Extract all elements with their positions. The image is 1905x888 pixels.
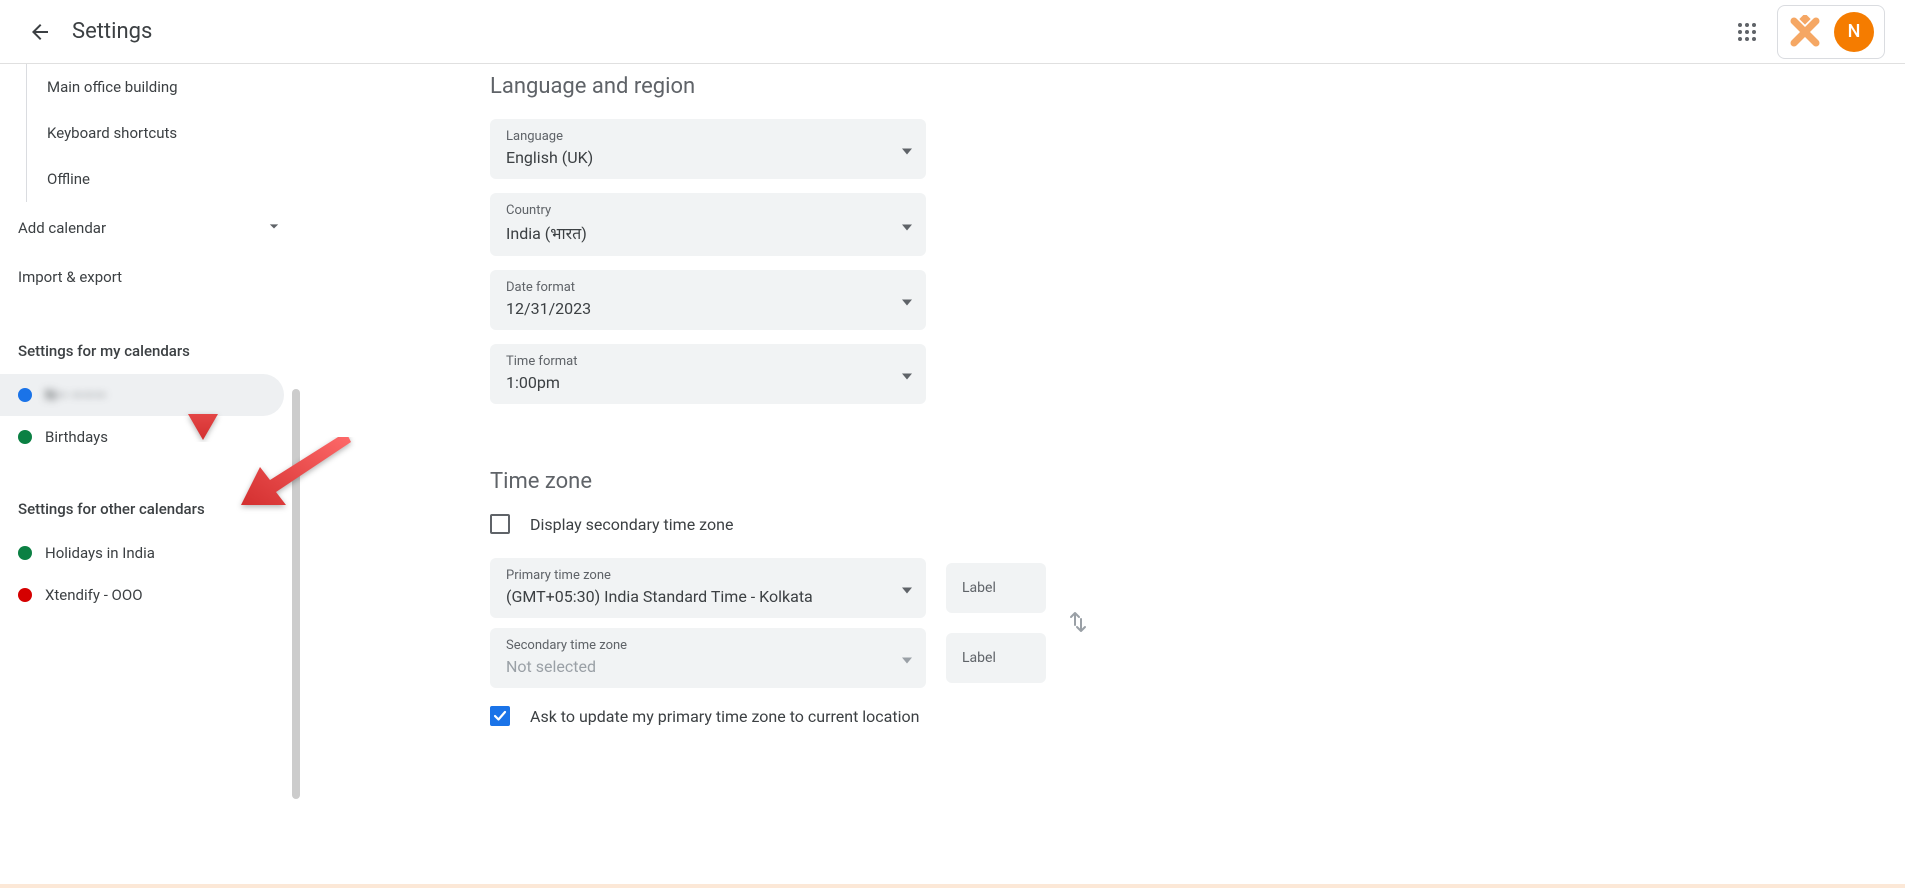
caret-down-icon [902,649,912,668]
arrow-left-icon [28,20,52,44]
calendar-color-dot [18,388,32,402]
chevron-down-icon [264,216,284,240]
caret-down-icon [902,291,912,310]
sidebar-item-keyboard-shortcuts[interactable]: Keyboard shortcuts [26,110,300,156]
label-placeholder: Label [962,650,1030,666]
display-secondary-tz-row: Display secondary time zone [490,514,1845,534]
sidebar-item-import-export[interactable]: Import & export [0,254,300,300]
app-header: Settings N [0,0,1905,64]
caret-down-icon [902,365,912,384]
swap-vertical-icon [1066,610,1090,634]
country-dropdown[interactable]: Country India (भारत) [490,193,926,256]
heading-language-region: Language and region [490,74,1845,99]
field-value: English (UK) [506,148,910,167]
xtendify-logo-icon[interactable] [1788,15,1822,49]
sidebar-heading-other-calendars: Settings for other calendars [0,486,300,532]
field-value: 1:00pm [506,373,910,392]
ask-update-tz-row: Ask to update my primary time zone to cu… [490,706,1845,726]
avatar[interactable]: N [1834,12,1874,52]
secondary-tz-label-input[interactable]: Label [946,633,1046,683]
sidebar-scrollbar[interactable] [292,389,300,799]
caret-down-icon [902,140,912,159]
field-value: India (भारत) [506,222,910,244]
primary-timezone-dropdown[interactable]: Primary time zone (GMT+05:30) India Stan… [490,558,926,618]
time-format-dropdown[interactable]: Time format 1:00pm [490,344,926,404]
header-right: N [1727,5,1885,59]
section-time-zone: Time zone Display secondary time zone Pr… [490,469,1845,726]
sidebar-item-offline[interactable]: Offline [26,156,300,202]
calendar-item-xtendify-ooo[interactable]: Xtendify - OOO [0,574,284,616]
ask-update-checkbox[interactable] [490,706,510,726]
calendar-item-primary[interactable]: N— ——— [0,374,284,416]
calendar-color-dot [18,588,32,602]
sidebar-item-main-office[interactable]: Main office building [26,64,300,110]
secondary-tz-row: Secondary time zone Not selected Label [490,628,1845,688]
main-content: Language and region Language English (UK… [300,64,1905,888]
calendar-color-dot [18,430,32,444]
field-value: (GMT+05:30) India Standard Time - Kolkat… [506,587,910,606]
date-format-dropdown[interactable]: Date format 12/31/2023 [490,270,926,330]
heading-time-zone: Time zone [490,469,1845,494]
field-label: Secondary time zone [506,638,910,653]
field-label: Country [506,203,910,218]
field-label: Primary time zone [506,568,910,583]
calendar-color-dot [18,546,32,560]
bottom-accent-bar [0,884,1905,888]
calendar-item-birthdays[interactable]: Birthdays [0,416,284,458]
apps-grid-icon [1737,22,1757,42]
sidebar: Main office building Keyboard shortcuts … [0,64,300,888]
secondary-timezone-dropdown: Secondary time zone Not selected [490,628,926,688]
ask-update-label: Ask to update my primary time zone to cu… [530,707,919,726]
section-language-region: Language and region Language English (UK… [490,74,1845,404]
label-placeholder: Label [962,580,1030,596]
swap-timezones-button[interactable] [1058,602,1098,642]
field-value: Not selected [506,657,910,676]
display-secondary-checkbox[interactable] [490,514,510,534]
avatar-letter: N [1848,21,1861,42]
back-button[interactable] [20,12,60,52]
calendar-label: Xtendify - OOO [45,586,143,604]
caret-down-icon [902,579,912,598]
extension-box: N [1777,5,1885,59]
field-label: Language [506,129,910,144]
sidebar-heading-my-calendars: Settings for my calendars [0,328,300,374]
field-label: Date format [506,280,910,295]
primary-tz-row: Primary time zone (GMT+05:30) India Stan… [490,558,1845,618]
caret-down-icon [902,215,912,234]
field-value: 12/31/2023 [506,299,910,318]
page-title: Settings [72,19,152,44]
primary-tz-label-input[interactable]: Label [946,563,1046,613]
display-secondary-label: Display secondary time zone [530,515,733,534]
google-apps-button[interactable] [1727,12,1767,52]
calendar-label: Holidays in India [45,544,155,562]
calendar-label: Birthdays [45,428,108,446]
language-dropdown[interactable]: Language English (UK) [490,119,926,179]
sidebar-item-add-calendar[interactable]: Add calendar [0,202,300,254]
calendar-item-holidays-india[interactable]: Holidays in India [0,532,284,574]
field-label: Time format [506,354,910,369]
calendar-label: N— ——— [45,386,106,404]
